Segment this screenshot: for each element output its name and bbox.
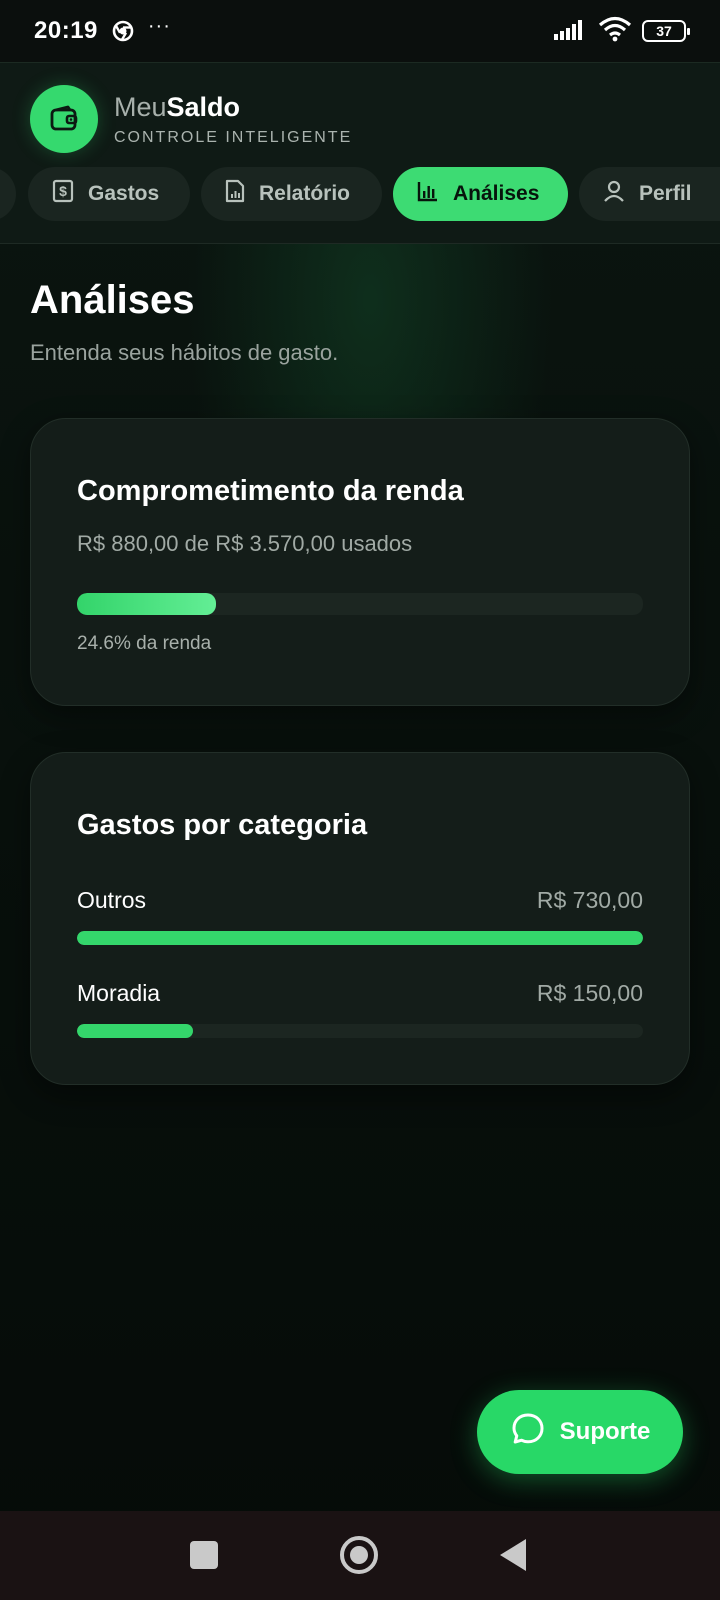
app-screen: 20:19 ··· 37 MeuSaldo CONTROLE INTELIGEN…	[0, 0, 720, 1600]
brand-name-light: Meu	[114, 92, 167, 122]
svg-text:$: $	[59, 183, 67, 199]
income-card-detail: R$ 880,00 de R$ 3.570,00 usados	[77, 531, 413, 556]
category-row: Outros R$ 730,00	[77, 887, 643, 914]
tab-analises-label: Análises	[453, 182, 540, 205]
brand-tagline: CONTROLE INTELIGENTE	[114, 129, 353, 146]
income-progress-fill	[77, 593, 217, 615]
tab-partial-offscreen[interactable]	[0, 167, 16, 221]
page-subtitle: Entenda seus hábitos de gasto.	[30, 340, 339, 365]
category-value: R$ 150,00	[536, 980, 643, 1006]
support-button[interactable]: Suporte	[477, 1390, 683, 1474]
income-card-title: Comprometimento da renda	[77, 475, 464, 507]
tab-analises[interactable]: Análises	[393, 167, 568, 221]
category-row: Moradia R$ 150,00	[77, 980, 643, 1007]
recents-button[interactable]	[190, 1541, 218, 1569]
status-bar: 20:19 ··· 37	[0, 0, 720, 62]
home-button[interactable]	[340, 1536, 378, 1574]
category-value: R$ 730,00	[536, 887, 643, 913]
income-commitment-card: Comprometimento da renda R$ 880,00 de R$…	[30, 418, 690, 706]
status-right-group: 37	[554, 16, 690, 47]
category-bar-fill	[77, 1024, 194, 1038]
signal-icon	[554, 18, 588, 45]
report-file-icon	[225, 179, 259, 209]
category-card-title: Gastos por categoria	[77, 809, 368, 841]
app-header: MeuSaldo CONTROLE INTELIGENTE $ Gastos R…	[0, 62, 720, 244]
tab-bar: $ Gastos Relatório Análises Perfil	[0, 167, 720, 221]
category-bar-fill	[77, 931, 643, 945]
tab-perfil[interactable]: Perfil	[579, 167, 720, 221]
bar-chart-icon	[417, 180, 453, 208]
chrome-icon	[112, 20, 134, 42]
brand[interactable]: MeuSaldo CONTROLE INTELIGENTE	[30, 85, 352, 153]
tab-relatorio[interactable]: Relatório	[201, 167, 382, 221]
brand-name: MeuSaldo	[114, 91, 352, 123]
support-button-label: Suporte	[559, 1418, 651, 1445]
status-time: 20:19	[34, 17, 98, 44]
brand-text: MeuSaldo CONTROLE INTELIGENTE	[114, 91, 352, 147]
chat-bubble-icon	[510, 1411, 560, 1454]
user-icon	[603, 179, 639, 209]
wifi-icon	[598, 16, 632, 47]
tab-relatorio-label: Relatório	[259, 182, 351, 205]
tab-gastos-label: Gastos	[88, 182, 160, 205]
wallet-icon	[30, 85, 98, 153]
dollar-receipt-icon: $	[52, 179, 88, 209]
battery-icon: 37	[642, 20, 690, 42]
category-bar-track	[77, 1024, 643, 1038]
category-spending-card: Gastos por categoria Outros R$ 730,00 Mo…	[30, 752, 690, 1085]
category-bar-track	[77, 931, 643, 945]
income-percent-label: 24.6% da renda	[77, 633, 212, 654]
tab-perfil-label: Perfil	[639, 182, 692, 205]
category-name: Outros	[77, 887, 147, 913]
brand-name-bold: Saldo	[166, 92, 241, 122]
status-more-dots: ···	[147, 14, 171, 37]
page-title: Análises	[30, 278, 195, 322]
income-progress-track	[77, 593, 643, 615]
system-nav-bar	[0, 1511, 720, 1600]
category-name: Moradia	[77, 980, 161, 1006]
back-button[interactable]	[500, 1539, 526, 1571]
tab-gastos[interactable]: $ Gastos	[28, 167, 190, 221]
